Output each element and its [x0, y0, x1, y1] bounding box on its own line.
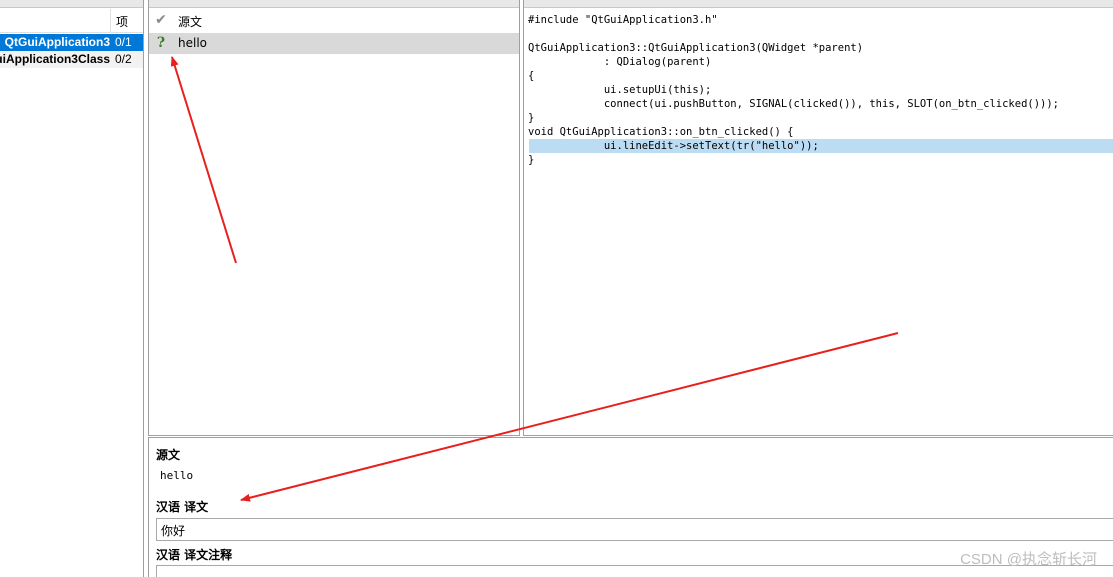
code-line: ui.lineEdit->setText(tr("hello")); [528, 140, 819, 152]
string-label: hello [178, 36, 207, 50]
context-count: 0/1 [115, 35, 132, 49]
question-icon: ? [156, 35, 166, 51]
string-row-source[interactable]: ✔ 源文 [149, 10, 519, 31]
code-line: connect(ui.pushButton, SIGNAL(clicked())… [528, 98, 1060, 110]
context-name: QtGuiApplication3 [4, 35, 110, 49]
context-row-qtguiapplication3class[interactable]: QtGuiApplication3Class 0/2 [0, 51, 143, 68]
code-line: void QtGuiApplication3::on_btn_clicked()… [528, 126, 794, 138]
code-line: : QDialog(parent) [528, 56, 712, 68]
source-code-pane-titlebar [524, 0, 1113, 8]
string-label: 源文 [178, 15, 203, 29]
strings-pane: ✔ 源文 ? hello [148, 0, 520, 436]
watermark: CSDN @执念斩长河 [960, 551, 1097, 568]
source-text-label: 源文 [156, 448, 181, 462]
check-icon: ✔ [155, 12, 167, 28]
translator-comment-label: 汉语 译文注释 [156, 548, 233, 562]
translation-label: 汉语 译文 [156, 500, 209, 514]
code-line: QtGuiApplication3::QtGuiApplication3(QWi… [528, 42, 864, 54]
column-separator[interactable] [110, 9, 111, 33]
context-count: 0/2 [115, 52, 132, 66]
source-text: hello [160, 469, 194, 482]
translation-input[interactable]: 你好 [156, 518, 1113, 541]
string-row-hello[interactable]: ? hello [149, 33, 519, 54]
source-code-pane: #include "QtGuiApplication3.h" QtGuiAppl… [523, 0, 1113, 436]
code-line: } [528, 112, 535, 124]
context-list-header: 项 [0, 9, 143, 33]
strings-pane-titlebar [149, 0, 519, 8]
context-name: QtGuiApplication3Class [0, 52, 110, 66]
context-pane: 项 QtGuiApplication3 0/1 QtGuiApplication… [0, 0, 144, 577]
code-line: ui.setupUi(this); [528, 84, 712, 96]
code-line: #include "QtGuiApplication3.h" [528, 14, 718, 26]
context-row-qtguiapplication3[interactable]: QtGuiApplication3 0/1 [0, 34, 143, 51]
code-line: { [528, 70, 535, 82]
translation-value: 你好 [161, 524, 186, 538]
context-pane-titlebar [0, 0, 143, 8]
code-line: } [528, 154, 535, 166]
items-column-header[interactable]: 项 [116, 13, 128, 30]
